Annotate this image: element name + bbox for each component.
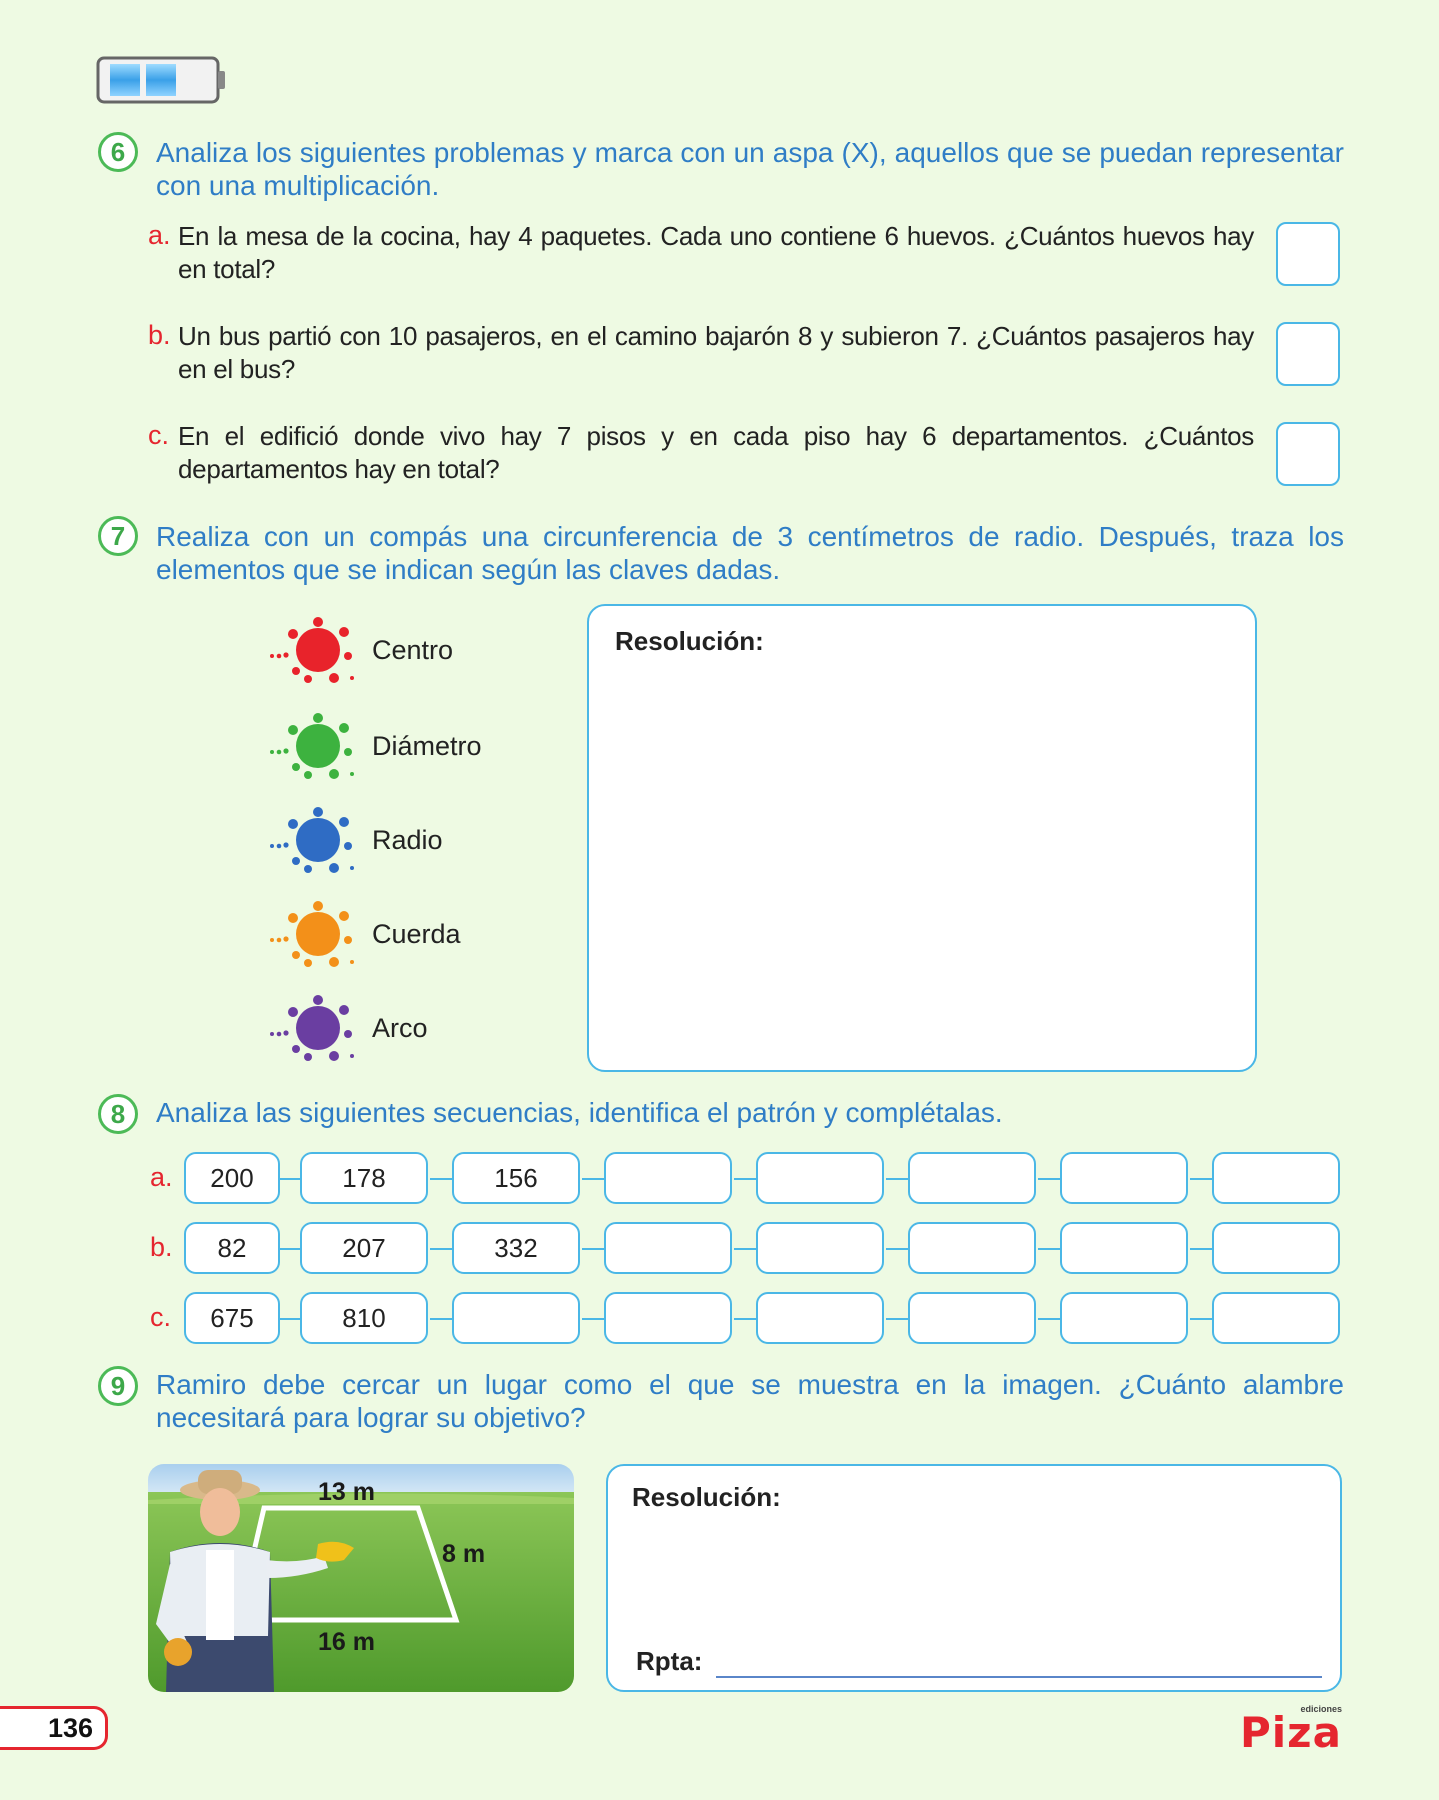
sequence-letter: b. <box>150 1232 173 1262</box>
blue-splash-icon <box>270 807 354 873</box>
resolution-title: Resolución: <box>632 1482 781 1512</box>
question-number-8: 8 <box>98 1094 138 1134</box>
question-number-6: 6 <box>98 132 138 172</box>
answer-line[interactable] <box>716 1676 1322 1678</box>
sequence-input[interactable] <box>1212 1222 1340 1274</box>
legend-label: Diámetro <box>372 730 482 761</box>
green-splash-icon <box>270 713 354 779</box>
answer-checkbox-c[interactable] <box>1276 422 1340 486</box>
answer-checkbox-a[interactable] <box>1276 222 1340 286</box>
sequence-input[interactable] <box>1060 1222 1188 1274</box>
question-number-7: 7 <box>98 516 138 556</box>
logo-text: Piza <box>1240 1708 1342 1757</box>
sequence-input[interactable] <box>1212 1152 1340 1204</box>
answer-checkbox-b[interactable] <box>1276 322 1340 386</box>
question-6-text: Analiza los siguientes problemas y marca… <box>156 137 1344 201</box>
sequence-cell: 810 <box>300 1292 428 1344</box>
sequence-input[interactable] <box>604 1292 732 1344</box>
sequence-input[interactable] <box>908 1222 1036 1274</box>
sequence-input[interactable] <box>1060 1152 1188 1204</box>
sequence-input[interactable] <box>908 1152 1036 1204</box>
orange-splash-icon <box>270 901 354 967</box>
sequence-row-c: c. 675 810 <box>150 1292 1350 1346</box>
purple-splash-icon <box>270 995 354 1061</box>
question-number-9: 9 <box>98 1366 138 1406</box>
sequence-row-a: a. 200 178 156 <box>150 1152 1350 1206</box>
item-text: Un bus partió con 10 pasajeros, en el ca… <box>178 321 1254 384</box>
sequence-letter: c. <box>150 1302 172 1332</box>
legend-diametro: Diámetro <box>268 712 482 780</box>
legend-centro: Centro <box>268 616 453 684</box>
sequence-input[interactable] <box>604 1222 732 1274</box>
sequence-input[interactable] <box>452 1292 580 1344</box>
sequence-input[interactable] <box>1212 1292 1340 1344</box>
sequence-input[interactable] <box>604 1152 732 1204</box>
sequence-row-b: b. 82 207 332 <box>150 1222 1350 1276</box>
legend-label: Radio <box>372 824 443 855</box>
item-letter: b. <box>148 320 171 350</box>
legend-arco: Arco <box>268 994 428 1062</box>
q9-resolution-box[interactable]: Resolución: Rpta: <box>606 1464 1342 1692</box>
sequence-cell: 156 <box>452 1152 580 1204</box>
item-text: En el edifició donde vivo hay 7 pisos y … <box>178 421 1254 484</box>
sequence-cell: 675 <box>184 1292 280 1344</box>
question-9-text: Ramiro debe cercar un lugar como el que … <box>156 1369 1344 1433</box>
sequence-input[interactable] <box>756 1292 884 1344</box>
resolution-title: Resolución: <box>615 626 764 656</box>
field-photo: 13 m 8 m 16 m <box>148 1464 574 1692</box>
piza-logo: ediciones Piza <box>1240 1704 1344 1757</box>
item-text: En la mesa de la cocina, hay 4 paquetes.… <box>178 221 1254 284</box>
battery-icon <box>96 56 226 104</box>
page-number: 136 <box>0 1706 108 1750</box>
dimension-side: 8 m <box>442 1540 486 1568</box>
sequence-cell: 332 <box>452 1222 580 1274</box>
sequence-input[interactable] <box>756 1222 884 1274</box>
legend-cuerda: Cuerda <box>268 900 461 968</box>
item-letter: c. <box>148 420 170 450</box>
legend-label: Centro <box>372 634 454 665</box>
answer-label: Rpta: <box>636 1646 703 1676</box>
legend-label: Cuerda <box>372 918 461 949</box>
red-splash-icon <box>270 617 354 683</box>
question-7-text: Realiza con un compás una circunferencia… <box>156 521 1344 585</box>
sequence-cell: 178 <box>300 1152 428 1204</box>
dimension-top: 13 m <box>318 1478 375 1506</box>
dimension-bottom: 16 m <box>318 1628 375 1656</box>
sequence-cell: 207 <box>300 1222 428 1274</box>
sequence-cell: 200 <box>184 1152 280 1204</box>
sequence-letter: a. <box>150 1162 173 1192</box>
question-8-text: Analiza las siguientes secuencias, ident… <box>156 1097 1003 1128</box>
sequence-input[interactable] <box>1060 1292 1188 1344</box>
legend-radio: Radio <box>268 806 443 874</box>
sequence-cell: 82 <box>184 1222 280 1274</box>
sequence-input[interactable] <box>908 1292 1036 1344</box>
sequence-input[interactable] <box>756 1152 884 1204</box>
q7-resolution-box[interactable]: Resolución: <box>587 604 1257 1072</box>
item-letter: a. <box>148 220 171 250</box>
legend-label: Arco <box>372 1012 428 1043</box>
